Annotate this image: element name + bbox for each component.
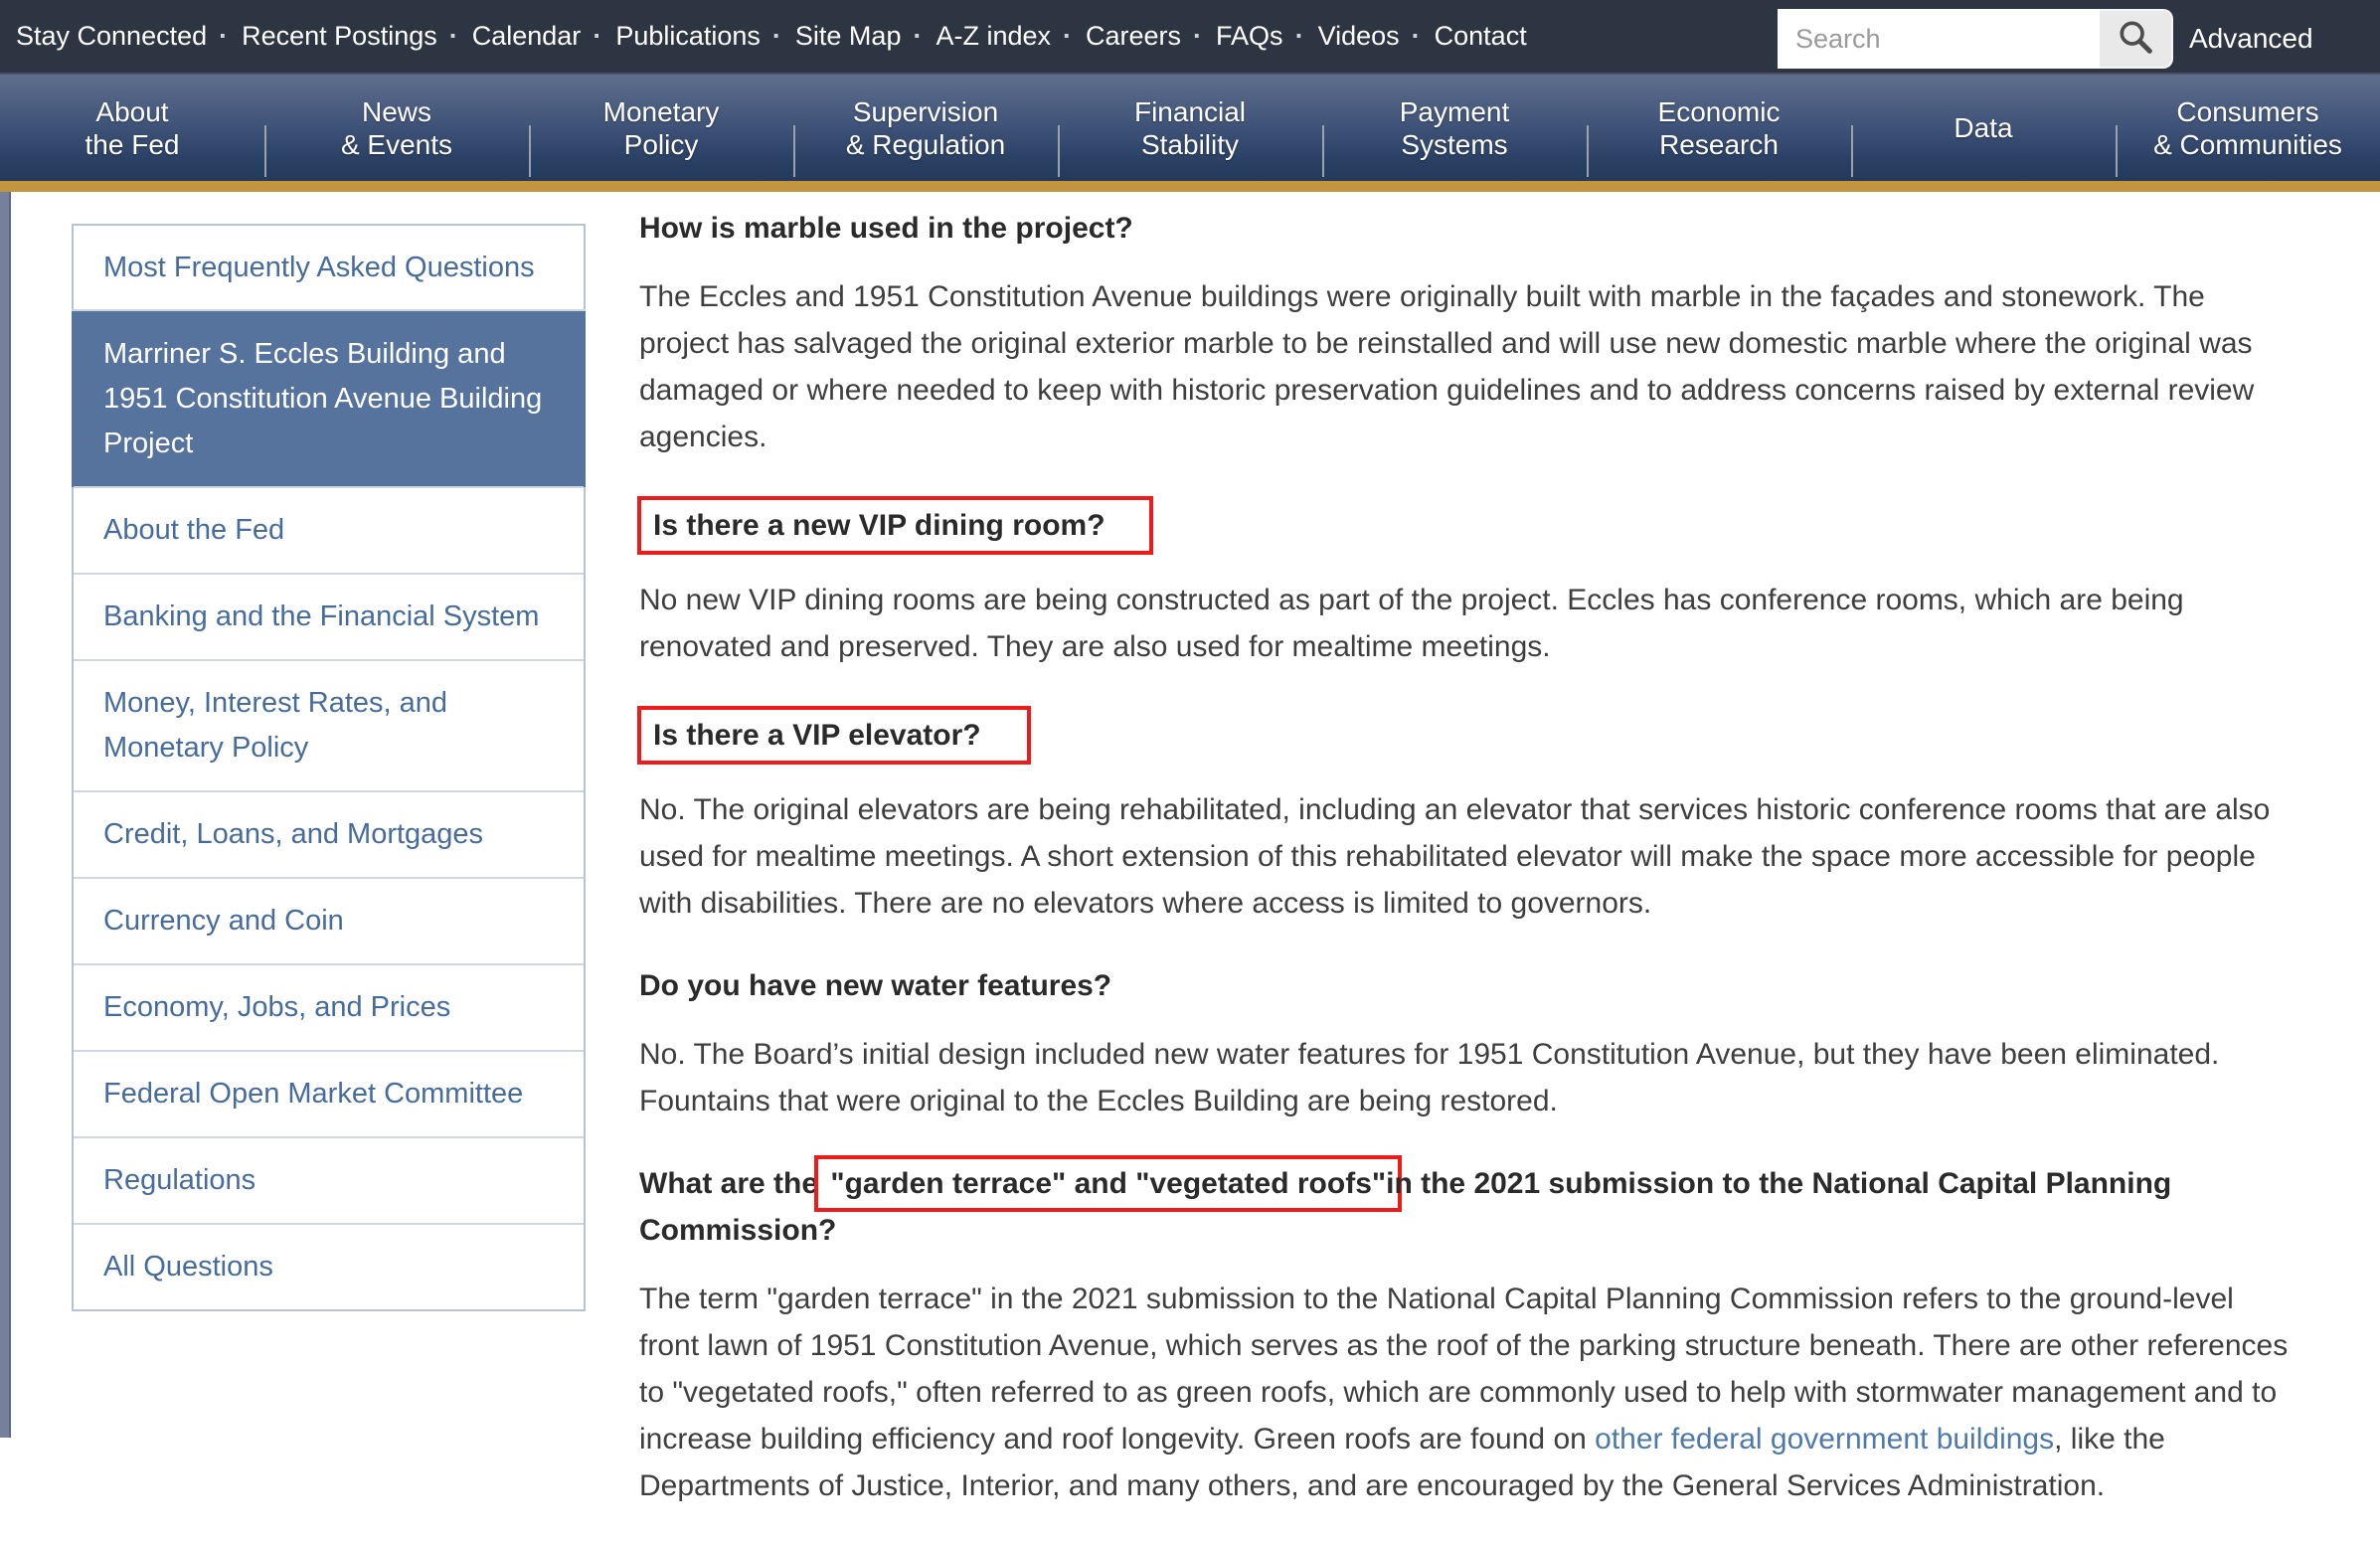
sidebar-item-money-interest-rates[interactable]: Money, Interest Rates, and Monetary Poli… [74, 659, 584, 790]
faq-category-sidebar: Most Frequently Asked Questions Marriner… [72, 224, 586, 1311]
nav-label: Payment Systems [1400, 95, 1510, 161]
sidebar-item-eccles-building-project[interactable]: Marriner S. Eccles Building and 1951 Con… [72, 309, 586, 487]
nav-item-news-events[interactable]: News & Events [264, 75, 529, 181]
nav-label: Economic Research [1658, 95, 1781, 161]
nav-label: Financial Stability [1134, 95, 1246, 161]
red-annotation-box-dining: Is there a new VIP dining room? [637, 496, 1153, 555]
main-navigation: About the Fed News & Events Monetary Pol… [0, 73, 2380, 181]
sidebar-item-currency-and-coin[interactable]: Currency and Coin [74, 877, 584, 963]
nav-label: News & Events [341, 95, 452, 161]
answer-vip-elevator: No. The original elevators are being reh… [639, 786, 2297, 927]
question-garden-terrace: What are the "garden terrace" and "veget… [639, 1160, 2297, 1254]
red-annotation-box-elevator: Is there a VIP elevator? [637, 706, 1031, 765]
topbar-link-publications[interactable]: Publications [593, 21, 761, 52]
nav-label: About the Fed [85, 95, 180, 161]
question-water-features: Do you have new water features? [639, 962, 2297, 1009]
gold-divider [0, 181, 2380, 192]
nav-item-payment-systems[interactable]: Payment Systems [1322, 75, 1587, 181]
nav-item-economic-research[interactable]: Economic Research [1587, 75, 1851, 181]
search-button[interactable] [2100, 9, 2173, 69]
topbar-link-recent-postings[interactable]: Recent Postings [219, 21, 437, 52]
topbar-link-calendar[interactable]: Calendar [449, 21, 582, 52]
topbar-link-stay-connected[interactable]: Stay Connected [16, 21, 207, 52]
sidebar-item-banking-financial-system[interactable]: Banking and the Financial System [74, 573, 584, 659]
answer-vip-dining: No new VIP dining rooms are being constr… [639, 577, 2297, 670]
nav-item-monetary-policy[interactable]: Monetary Policy [529, 75, 793, 181]
question-vip-dining: Is there a new VIP dining room? [639, 496, 2297, 555]
nav-label: Supervision & Regulation [846, 95, 1005, 161]
federal-buildings-link[interactable]: other federal government buildings [1595, 1423, 2054, 1455]
nav-label: Consumers & Communities [2153, 95, 2342, 161]
sidebar-item-most-frequently-asked[interactable]: Most Frequently Asked Questions [74, 226, 584, 310]
left-scrollbar[interactable] [0, 192, 11, 1438]
nav-label: Monetary Policy [603, 95, 720, 161]
question-vip-elevator: Is there a VIP elevator? [639, 706, 2297, 765]
red-annotation-box-garden-terrace: "garden terrace" and "vegetated roofs" [814, 1155, 1402, 1212]
topbar-link-az-index[interactable]: A-Z index [913, 21, 1051, 52]
nav-item-consumers-communities[interactable]: Consumers & Communities [2116, 75, 2380, 181]
question-garden-prefix: What are the [639, 1167, 826, 1200]
nav-item-supervision-regulation[interactable]: Supervision & Regulation [793, 75, 1058, 181]
nav-item-data[interactable]: Data [1851, 75, 2116, 181]
nav-label: Data [1954, 111, 2012, 144]
question-marble: How is marble used in the project? [639, 205, 2297, 252]
search-icon [2116, 17, 2155, 62]
topbar-link-careers[interactable]: Careers [1063, 21, 1181, 52]
faq-content: How is marble used in the project? The E… [639, 195, 2297, 1541]
topbar-link-videos[interactable]: Videos [1295, 21, 1400, 52]
topbar-link-faqs[interactable]: FAQs [1193, 21, 1283, 52]
sidebar-item-regulations[interactable]: Regulations [74, 1136, 584, 1223]
sidebar-item-economy-jobs-prices[interactable]: Economy, Jobs, and Prices [74, 963, 584, 1050]
search-input[interactable] [1778, 9, 2100, 69]
sidebar-item-all-questions[interactable]: All Questions [74, 1223, 584, 1309]
topbar-link-contact[interactable]: Contact [1412, 21, 1527, 52]
sidebar-item-credit-loans-mortgages[interactable]: Credit, Loans, and Mortgages [74, 790, 584, 877]
answer-marble: The Eccles and 1951 Constitution Avenue … [639, 273, 2297, 460]
nav-item-about-the-fed[interactable]: About the Fed [0, 75, 264, 181]
answer-water-features: No. The Board’s initial design included … [639, 1031, 2297, 1124]
topbar-link-site-map[interactable]: Site Map [772, 21, 902, 52]
advanced-search-link[interactable]: Advanced [2189, 9, 2313, 69]
answer-garden-terrace: The term "garden terrace" in the 2021 su… [639, 1276, 2297, 1509]
search-area: Advanced [1778, 9, 2313, 69]
nav-item-financial-stability[interactable]: Financial Stability [1058, 75, 1322, 181]
sidebar-item-fomc[interactable]: Federal Open Market Committee [74, 1050, 584, 1136]
sidebar-item-about-the-fed[interactable]: About the Fed [74, 486, 584, 573]
